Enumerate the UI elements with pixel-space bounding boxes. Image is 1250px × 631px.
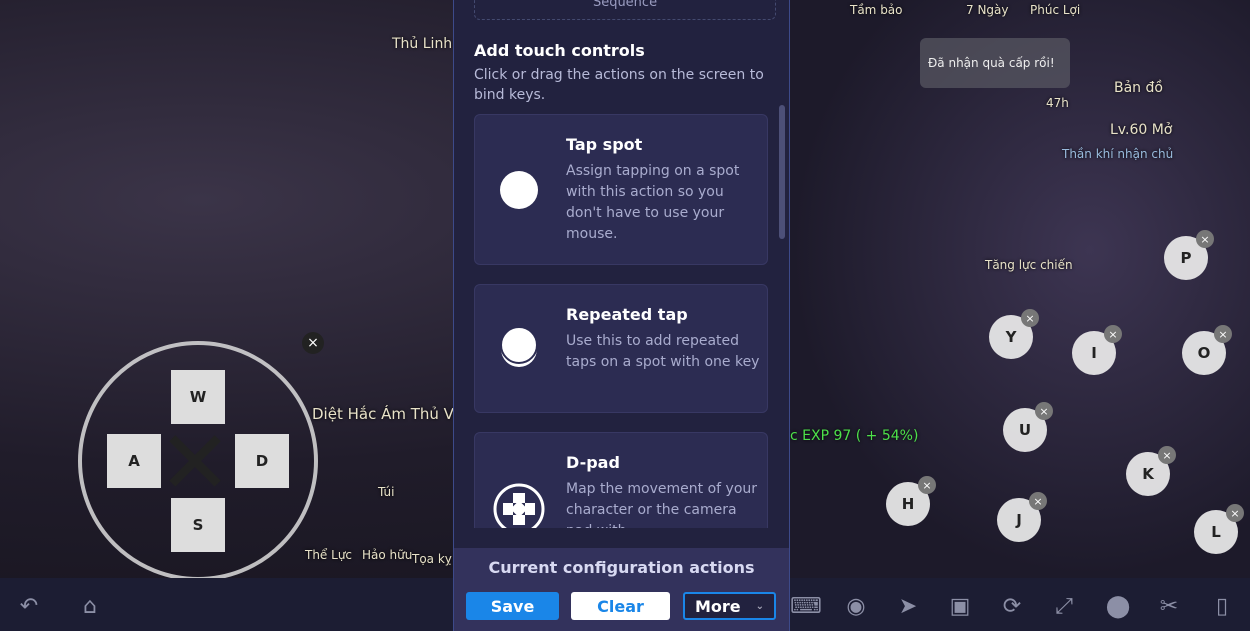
dpad-close-icon[interactable]: × bbox=[302, 332, 324, 354]
fullscreen-icon[interactable]: ⤢ bbox=[1049, 592, 1079, 622]
key-label: I bbox=[1091, 344, 1097, 362]
game-label: Lv.60 Mở bbox=[1110, 122, 1173, 138]
back-icon[interactable]: ↶ bbox=[14, 592, 44, 622]
more-dropdown[interactable]: More ⌄ bbox=[683, 592, 776, 620]
shake-icon[interactable]: ▯ bbox=[1207, 592, 1237, 622]
close-icon[interactable]: × bbox=[1021, 309, 1039, 327]
card-title: Repeated tap bbox=[566, 305, 688, 324]
config-actions: Current configuration actions Save Clear… bbox=[454, 548, 789, 631]
card-title: Tap spot bbox=[566, 135, 643, 154]
exp-text: c EXP 97 ( + 54%) bbox=[790, 428, 919, 444]
dpad-key-up[interactable]: W bbox=[171, 370, 225, 424]
game-label: Bản đồ bbox=[1114, 80, 1163, 96]
eye-icon[interactable]: ◉ bbox=[841, 592, 871, 622]
card-desc: Use this to add repeated taps on a spot … bbox=[566, 333, 760, 370]
dpad-key-down[interactable]: S bbox=[171, 498, 225, 552]
card-title: D-pad bbox=[566, 453, 620, 472]
key-label: O bbox=[1197, 344, 1211, 362]
scrollbar[interactable] bbox=[779, 105, 785, 239]
key-label: L bbox=[1211, 523, 1221, 541]
close-icon[interactable]: × bbox=[1196, 230, 1214, 248]
game-label: Phúc Lợi bbox=[1030, 3, 1081, 17]
key-l[interactable]: L × bbox=[1194, 504, 1244, 554]
game-label: Túi bbox=[378, 485, 395, 499]
keyboard-icon[interactable]: ⌨ bbox=[790, 592, 822, 622]
game-label: Thể Lực bbox=[305, 548, 353, 562]
key-o[interactable]: O × bbox=[1182, 325, 1232, 375]
dpad-key-right[interactable]: D bbox=[235, 434, 289, 488]
scissors-icon[interactable]: ✂ bbox=[1154, 592, 1184, 622]
key-label: U bbox=[1018, 421, 1032, 439]
dpad-icon bbox=[493, 483, 545, 528]
close-icon[interactable]: × bbox=[1029, 492, 1047, 510]
game-label: Thần khí nhận chủ bbox=[1062, 147, 1174, 161]
game-label: Tầm bảo bbox=[850, 3, 903, 17]
key-i[interactable]: I × bbox=[1072, 325, 1122, 375]
key-label: P bbox=[1180, 249, 1192, 267]
circle-icon bbox=[500, 171, 538, 209]
tap-spot-card[interactable]: Tap spot Assign tapping on a spot with t… bbox=[474, 114, 768, 265]
game-label: Tăng lực chiến bbox=[985, 258, 1073, 272]
key-h[interactable]: H × bbox=[886, 476, 936, 526]
close-icon[interactable]: × bbox=[1214, 325, 1232, 343]
close-icon[interactable]: × bbox=[1158, 446, 1176, 464]
touch-controls-panel: Sequence Add touch controls Click or dra… bbox=[453, 0, 790, 631]
close-icon[interactable]: × bbox=[1104, 325, 1122, 343]
key-j[interactable]: J × bbox=[997, 492, 1047, 542]
more-label: More bbox=[695, 596, 741, 616]
location-icon[interactable]: ⬤ bbox=[1103, 592, 1133, 622]
dpad-key-left[interactable]: A bbox=[107, 434, 161, 488]
key-label: Y bbox=[1005, 328, 1017, 346]
clear-button[interactable]: Clear bbox=[571, 592, 670, 620]
key-y[interactable]: Y × bbox=[989, 309, 1039, 359]
card-desc: Assign tapping on a spot with this actio… bbox=[566, 163, 740, 242]
game-notice: Đã nhận quà cấp rồi! bbox=[920, 38, 1070, 88]
close-icon[interactable]: × bbox=[1226, 504, 1244, 522]
game-label: Hảo hữu bbox=[362, 548, 413, 562]
game-label: Thủ Linh bbox=[392, 36, 453, 52]
stacked-circle-icon bbox=[500, 327, 538, 367]
dpad-card[interactable]: D-pad Map the movement of your character… bbox=[474, 432, 768, 528]
panel-subtitle: Click or drag the actions on the screen … bbox=[474, 67, 764, 103]
chevron-down-icon: ⌄ bbox=[755, 600, 764, 612]
save-button[interactable]: Save bbox=[466, 592, 559, 620]
key-label: H bbox=[901, 495, 915, 513]
home-icon[interactable]: ⌂ bbox=[70, 592, 110, 622]
game-label: 47h bbox=[1046, 96, 1069, 110]
card-desc: Map the movement of your character or th… bbox=[566, 481, 758, 528]
repeated-tap-card[interactable]: Repeated tap Use this to add repeated ta… bbox=[474, 284, 768, 413]
key-label: K bbox=[1142, 465, 1154, 483]
close-icon[interactable]: × bbox=[918, 476, 936, 494]
game-label: Tọa kỵ bbox=[412, 552, 452, 566]
config-title: Current configuration actions bbox=[488, 558, 755, 577]
close-icon[interactable]: × bbox=[1035, 402, 1053, 420]
key-k[interactable]: K × bbox=[1126, 446, 1176, 496]
sequence-card[interactable]: Sequence bbox=[474, 0, 776, 20]
record-icon[interactable]: ▣ bbox=[945, 592, 975, 622]
key-label: J bbox=[1016, 511, 1022, 529]
rotate-icon[interactable]: ⟳ bbox=[997, 592, 1027, 622]
game-label: 7 Ngày bbox=[966, 3, 1009, 17]
key-u[interactable]: U × bbox=[1003, 402, 1053, 452]
action-list: Tap spot Assign tapping on a spot with t… bbox=[474, 114, 770, 528]
key-p[interactable]: P × bbox=[1164, 230, 1214, 280]
pointer-icon[interactable]: ➤ bbox=[893, 592, 923, 622]
panel-title: Add touch controls bbox=[474, 41, 645, 60]
